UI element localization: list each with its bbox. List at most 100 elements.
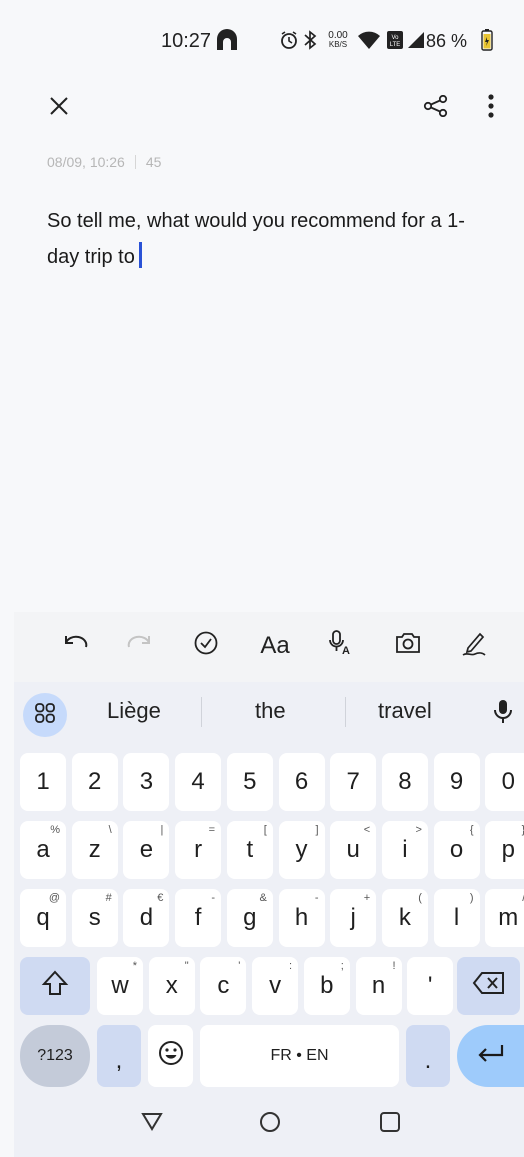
key-k[interactable]: k( (381, 889, 428, 947)
key-4[interactable]: 4 (175, 753, 222, 811)
check-circle-icon (193, 630, 219, 663)
key-hint: : (289, 960, 293, 972)
key-f[interactable]: f- (175, 889, 222, 947)
key-q[interactable]: q @ (20, 889, 66, 947)
key-u[interactable]: u < (330, 821, 377, 879)
key-b[interactable]: b; (303, 957, 350, 1015)
key-r[interactable]: r = (175, 821, 222, 879)
voice-text-button[interactable]: A (320, 626, 360, 666)
key-hint: " (184, 960, 189, 972)
camera-button[interactable] (388, 626, 428, 666)
close-button[interactable] (40, 86, 78, 130)
key-hint: { (469, 824, 474, 836)
key-y[interactable]: y] (278, 821, 325, 879)
backspace-key[interactable] (457, 957, 520, 1015)
suggestion-3[interactable]: travel (378, 698, 432, 724)
battery-percent: 86 % (426, 31, 468, 51)
enter-icon (477, 1042, 505, 1070)
note-editor[interactable]: So tell me, what would you recommend for… (47, 203, 487, 275)
alarm-icon (278, 28, 300, 52)
key-6[interactable]: 6 (278, 753, 325, 811)
suggestion-2[interactable]: the (255, 698, 286, 724)
key-w[interactable]: w * (97, 957, 143, 1015)
draw-button[interactable] (454, 626, 494, 666)
key-c[interactable]: c ' (200, 957, 247, 1015)
suggestion-1[interactable]: Liège (107, 698, 161, 724)
nav-recents-icon (379, 1111, 401, 1138)
shift-key[interactable] (20, 957, 90, 1015)
comma-key[interactable]: , (97, 1025, 141, 1087)
key-label: 1 (36, 768, 50, 795)
key-p[interactable]: p} (485, 821, 524, 879)
keyboard: Liège the travel 1234567890 a% z \ e | r = t[y]… (14, 682, 524, 1090)
redo-button[interactable] (120, 626, 160, 666)
camera-icon (394, 631, 422, 662)
key-9[interactable]: 9 (433, 753, 480, 811)
key-v[interactable]: v: (252, 957, 299, 1015)
period-key[interactable]: . (406, 1025, 450, 1087)
key-d[interactable]: d € (123, 889, 170, 947)
keyboard-menu-button[interactable] (23, 693, 67, 737)
key-hint: = (208, 824, 216, 836)
symbols-key[interactable]: ?123 (20, 1025, 90, 1087)
key-a[interactable]: a% (20, 821, 66, 879)
share-button[interactable] (418, 86, 454, 130)
key-label: h (294, 904, 309, 931)
undo-button[interactable] (55, 626, 95, 666)
key-l[interactable]: l) (433, 889, 480, 947)
key-hint: ) (469, 892, 474, 904)
key-n[interactable]: n! (355, 957, 402, 1015)
nav-back-icon (141, 1111, 163, 1136)
key-2[interactable]: 2 (71, 753, 118, 811)
key-3[interactable]: 3 (123, 753, 170, 811)
key-m[interactable]: m/ (485, 889, 524, 947)
system-nav-bar (14, 1090, 524, 1157)
key-i[interactable]: i > (381, 821, 428, 879)
key-j[interactable]: j + (330, 889, 377, 947)
nav-home-icon (259, 1111, 281, 1138)
key-label: d (139, 904, 154, 931)
key-hint: ' (238, 960, 241, 972)
key-label: t (246, 836, 254, 863)
key-label: q (36, 904, 50, 931)
checklist-button[interactable] (186, 626, 226, 666)
key-t[interactable]: t[ (226, 821, 273, 879)
key-s[interactable]: s # (71, 889, 118, 947)
more-options-button[interactable] (476, 86, 506, 130)
nav-home-button[interactable] (254, 1108, 286, 1140)
key-1[interactable]: 1 (20, 753, 66, 811)
key-0[interactable]: 0 (485, 753, 524, 811)
key-apostrophe[interactable]: ' (407, 957, 454, 1015)
key-label: m (498, 904, 519, 931)
nav-recents-button[interactable] (374, 1108, 406, 1140)
key-5[interactable]: 5 (226, 753, 273, 811)
key-x[interactable]: x " (148, 957, 195, 1015)
key-hint: ( (418, 892, 422, 904)
net-speed: 0.00 KB/S (322, 28, 354, 52)
key-o[interactable]: o{ (433, 821, 480, 879)
nav-back-button[interactable] (136, 1108, 168, 1138)
key-7[interactable]: 7 (330, 753, 377, 811)
key-label: y (295, 836, 308, 863)
key-label: a (36, 836, 50, 863)
space-key[interactable]: FR • EN (200, 1025, 399, 1087)
key-8[interactable]: 8 (381, 753, 428, 811)
key-label: 4 (191, 768, 205, 795)
wifi-icon (356, 28, 382, 52)
enter-key[interactable] (457, 1025, 524, 1087)
key-e[interactable]: e | (123, 821, 170, 879)
key-h[interactable]: h- (278, 889, 325, 947)
voice-input-button[interactable] (486, 694, 520, 734)
battery-icon (480, 28, 494, 52)
key-z[interactable]: z \ (71, 821, 118, 879)
key-label: e (139, 836, 154, 863)
text-format-button[interactable]: Aa (250, 626, 300, 666)
emoji-key[interactable] (148, 1025, 193, 1087)
key-g[interactable]: g & (226, 889, 273, 947)
key-hint: [ (263, 824, 267, 836)
key-hint: | (160, 824, 164, 836)
close-icon (49, 96, 69, 121)
key-label: 9 (449, 768, 464, 795)
key-label: o (449, 836, 464, 863)
voice-text-icon: A (327, 629, 353, 664)
